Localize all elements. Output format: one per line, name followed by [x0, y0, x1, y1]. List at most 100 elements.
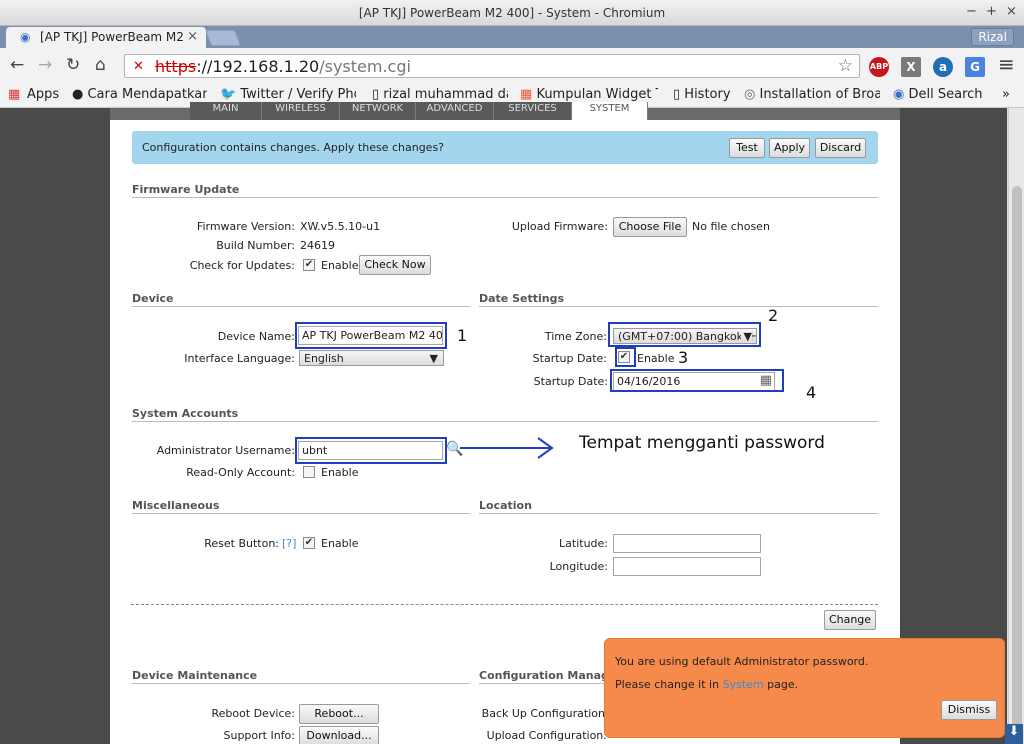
help-link[interactable]: [?]	[282, 537, 296, 550]
password-warning-toast: You are using default Administrator pass…	[604, 638, 1005, 738]
section-configuration-management: Configuration Manage	[479, 669, 605, 684]
changes-notice: Configuration contains changes. Apply th…	[132, 131, 878, 164]
longitude-input[interactable]	[613, 557, 761, 576]
startup-date-label: Startup Date:	[533, 375, 608, 388]
discard-button[interactable]: Discard	[815, 138, 866, 158]
tab-network[interactable]: NETWORK	[340, 102, 416, 120]
section-date-settings: Date Settings	[479, 292, 878, 307]
dismiss-button[interactable]: Dismiss	[941, 700, 997, 720]
annotation-number-4: 4	[806, 383, 817, 402]
minimize-button[interactable]: −	[966, 4, 977, 19]
backup-config-label: Back Up Configuration	[481, 707, 605, 720]
section-device-maintenance: Device Maintenance	[132, 669, 470, 684]
device-name-label: Device Name:	[217, 330, 295, 343]
tab-strip: ◉ [AP TKJ] PowerBeam M2 × Rizal	[0, 26, 1024, 48]
toast-line2: Please change it in System page.	[615, 678, 799, 691]
abp-icon[interactable]: ABP	[869, 57, 889, 77]
close-window-button[interactable]: ×	[1006, 4, 1017, 19]
longitude-label: Longitude:	[549, 560, 608, 573]
address-bar[interactable]: ✕ https://192.168.1.20/system.cgi ☆	[124, 54, 860, 78]
tab-wireless[interactable]: WIRELESS	[262, 102, 340, 120]
home-icon[interactable]: ⌂	[95, 55, 106, 75]
upload-config-label: Upload Configuration:	[486, 729, 607, 742]
change-button[interactable]: Change	[824, 610, 876, 630]
check-updates-enable-label: Enable	[321, 259, 359, 272]
dropdown-arrow-icon: ▼	[429, 352, 438, 365]
startup-date-enable-text: Enable	[637, 352, 675, 365]
interface-language-value: English	[304, 352, 344, 365]
url-path: /system.cgi	[319, 57, 411, 76]
bookmark-star-icon[interactable]: ☆	[838, 56, 853, 76]
browser-tab[interactable]: ◉ [AP TKJ] PowerBeam M2 ×	[6, 27, 206, 48]
interface-language-select[interactable]: English ▼	[299, 350, 444, 366]
no-file-chosen-text: No file chosen	[692, 220, 770, 233]
check-now-button[interactable]: Check Now	[359, 255, 431, 275]
reset-button-checkbox[interactable]: ✔	[303, 537, 315, 549]
reboot-button[interactable]: Reboot...	[299, 704, 379, 724]
upload-firmware-label: Upload Firmware:	[511, 220, 608, 233]
tab-services[interactable]: SERVICES	[494, 102, 572, 120]
tab-system[interactable]: SYSTEM	[572, 102, 648, 120]
read-only-enable-text: Enable	[321, 466, 359, 479]
toast-line1: You are using default Administrator pass…	[615, 655, 869, 668]
section-location: Location	[479, 499, 878, 514]
scrollbar[interactable]	[1008, 108, 1024, 744]
bookmark-item[interactable]: ▯ History	[673, 87, 731, 102]
firmware-version-value: XW.v5.5.10-u1	[300, 220, 381, 233]
tab-advanced[interactable]: ADVANCED	[416, 102, 494, 120]
bookmark-item[interactable]: ▯ rizal muhammad da	[372, 87, 508, 102]
bookmark-item[interactable]: ◉ Dell Search	[893, 87, 983, 102]
window-titlebar: [AP TKJ] PowerBeam M2 400] - System - Ch…	[0, 0, 1024, 26]
main-nav: MAIN WIRELESS NETWORK ADVANCED SERVICES …	[110, 102, 900, 120]
translate-icon[interactable]: G	[965, 57, 985, 77]
system-page-link[interactable]: System	[723, 678, 764, 691]
new-tab-button[interactable]	[205, 30, 241, 46]
section-device: Device	[132, 292, 470, 307]
menu-icon[interactable]: ≡	[998, 52, 1015, 76]
test-button[interactable]: Test	[729, 138, 765, 158]
annotation-number-2: 2	[768, 306, 779, 325]
highlight-box-3	[615, 347, 636, 367]
a-icon[interactable]: a	[933, 57, 953, 77]
x-icon[interactable]: X	[901, 57, 921, 77]
download-arrow-icon[interactable]: ⬇	[1005, 724, 1023, 744]
maximize-button[interactable]: +	[986, 4, 997, 19]
highlight-box-1	[295, 322, 447, 349]
apply-button[interactable]: Apply	[769, 138, 810, 158]
back-icon[interactable]: ←	[10, 55, 24, 75]
page-icon: ▯	[673, 87, 681, 102]
build-number-value: 24619	[300, 239, 335, 252]
choose-file-button[interactable]: Choose File	[613, 217, 687, 237]
forward-icon[interactable]: →	[38, 55, 52, 75]
annotation-arrow	[460, 437, 554, 459]
url-scheme: https	[155, 57, 197, 76]
bookmark-apps[interactable]: Apps	[27, 87, 59, 102]
check-updates-checkbox[interactable]: ✔	[303, 259, 315, 271]
bookmark-item[interactable]: ▦ Kumpulan Widget T	[520, 87, 658, 102]
latitude-input[interactable]	[613, 534, 761, 553]
bookmark-item[interactable]: ◎ Installation of Broa	[744, 87, 880, 102]
highlight-box-4	[610, 369, 784, 392]
close-tab-icon[interactable]: ×	[187, 29, 198, 44]
read-only-account-checkbox[interactable]	[303, 466, 315, 478]
apps-grid-icon: ▦	[8, 87, 21, 102]
page-icon: ▯	[372, 87, 380, 102]
read-only-account-label: Read-Only Account:	[186, 466, 295, 479]
reset-button-label: Reset Button:	[204, 537, 279, 550]
firmware-version-label: Firmware Version:	[196, 220, 295, 233]
download-button[interactable]: Download...	[299, 726, 379, 744]
bookmark-item[interactable]: ● Cara Mendapatkan	[72, 87, 207, 102]
dell-icon: ◉	[893, 87, 905, 102]
scrollbar-thumb[interactable]	[1012, 186, 1022, 738]
check-updates-label: Check for Updates:	[189, 259, 295, 272]
tab-main[interactable]: MAIN	[190, 102, 262, 120]
admin-username-label: Administrator Username:	[156, 444, 295, 457]
startup-date-enable-label: Startup Date:	[532, 352, 607, 365]
bookmarks-overflow[interactable]: »	[1002, 87, 1010, 102]
reload-icon[interactable]: ↻	[66, 55, 80, 75]
time-zone-label: Time Zone:	[544, 330, 607, 343]
profile-button[interactable]: Rizal	[971, 28, 1014, 46]
annotation-text: Tempat mengganti password	[579, 433, 825, 453]
bookmark-item[interactable]: 🐦 Twitter / Verify Phon	[220, 87, 356, 102]
broken-lock-icon: ✕	[133, 59, 144, 74]
